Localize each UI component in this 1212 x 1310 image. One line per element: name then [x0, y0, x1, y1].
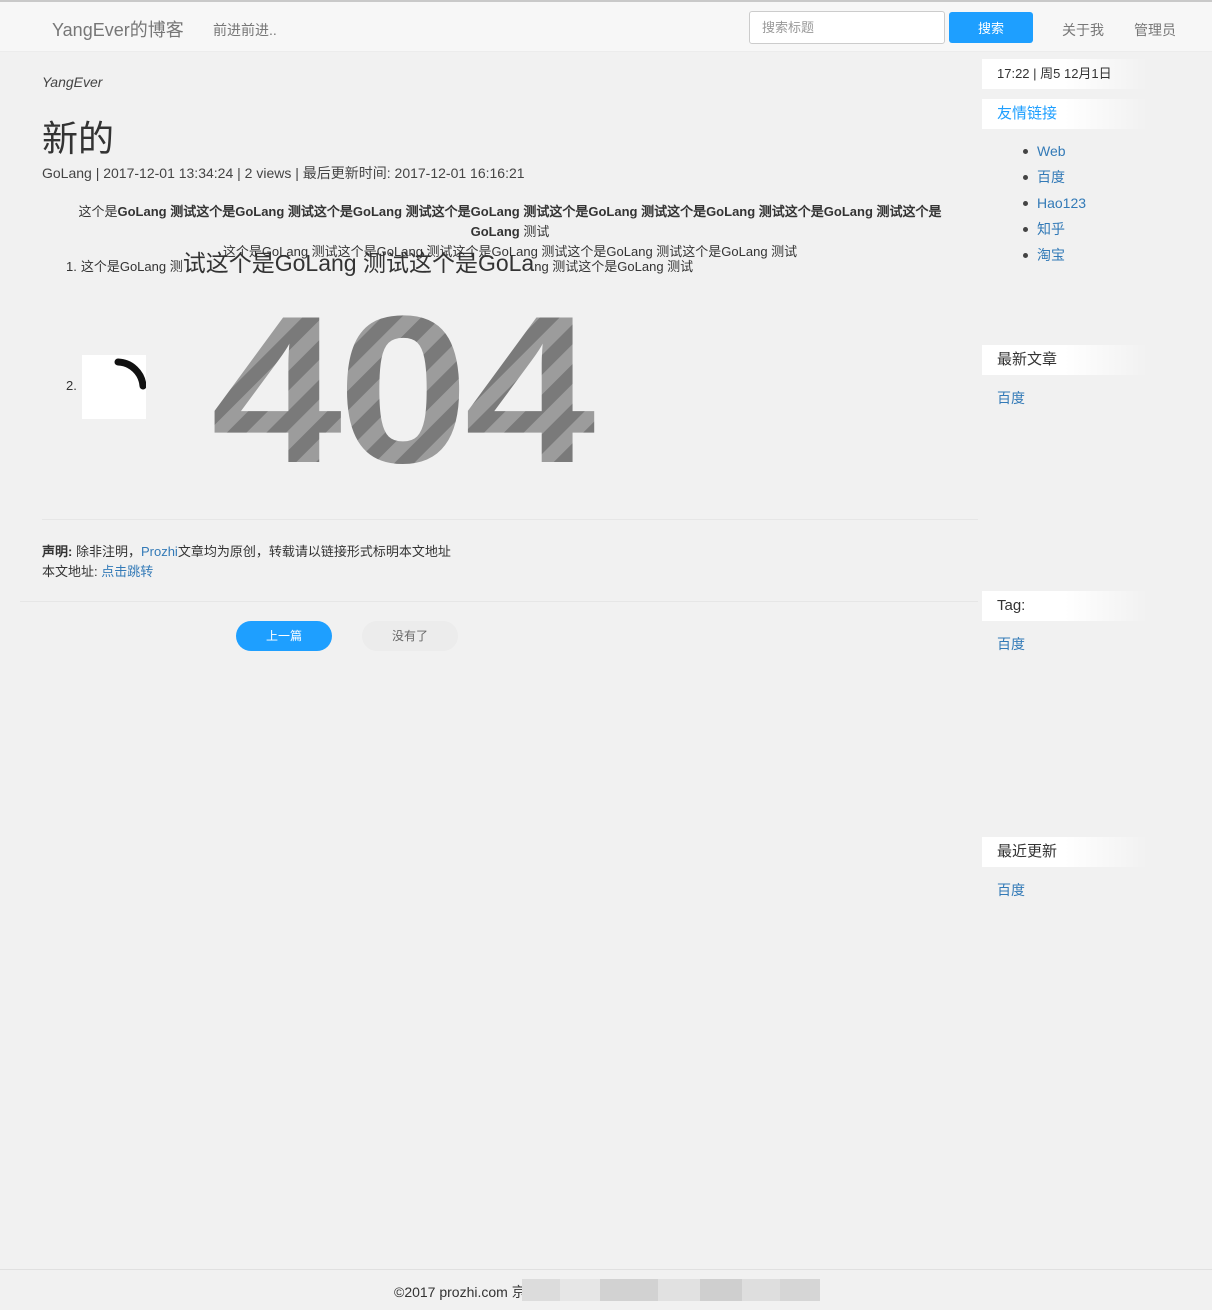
next-post-button[interactable]: 没有了 [362, 621, 458, 651]
previous-post-button[interactable]: 上一篇 [236, 621, 332, 651]
statement-text: 文章均为原创，转载请以链接形式标明本文地址 [177, 544, 451, 559]
list-item: Web [1022, 141, 1086, 167]
not-found-image: 404 [205, 272, 605, 507]
list-item: 百度 [1022, 167, 1086, 193]
sidebar-latest-title: 最新文章 [982, 345, 1148, 375]
list-text-small: 这个是GoLang 测 [80, 259, 183, 274]
list-text-small: ng 测试这个是GoLang 测试 [534, 259, 694, 274]
site-brand[interactable]: YangEver的博客 [52, 16, 184, 42]
paragraph-prefix: 这个是 [78, 204, 118, 219]
friend-link-hao123[interactable]: Hao123 [1037, 195, 1086, 211]
article-title: 新的 [42, 118, 115, 159]
list-text-large: 试这个是GoLang 测试这个是GoLa [182, 250, 535, 276]
list-number: 1. [66, 259, 77, 274]
friends-link-list: Web 百度 Hao123 知乎 淘宝 [1022, 141, 1086, 271]
latest-article-link[interactable]: 百度 [997, 388, 1025, 408]
article-address-link[interactable]: 点击跳转 [101, 564, 153, 579]
paragraph-suffix: 测试 [519, 224, 550, 239]
redacted-area [522, 1279, 820, 1301]
statement-text: 除非注明， [72, 544, 141, 559]
list-number: 2. [66, 378, 77, 393]
list-item: 淘宝 [1022, 245, 1086, 271]
footer: ©2017 prozhi.com 京 [0, 1269, 1212, 1310]
nav-about-link[interactable]: 关于我 [1062, 20, 1104, 40]
article-meta: GoLang | 2017-12-01 13:34:24 | 2 views |… [42, 165, 525, 181]
friend-link-taobao[interactable]: 淘宝 [1037, 247, 1065, 263]
loading-spinner-icon [114, 358, 147, 390]
striped-404-graphic: 404 [211, 272, 599, 507]
site-slogan: 前进前进.. [213, 22, 277, 38]
recent-update-link[interactable]: 百度 [997, 880, 1025, 900]
friend-link-zhihu[interactable]: 知乎 [1037, 221, 1065, 237]
not-found-text: 404 [211, 296, 595, 476]
tag-link[interactable]: 百度 [997, 634, 1025, 654]
sidebar-recent-title: 最近更新 [982, 837, 1148, 867]
sidebar-tag-title: Tag: [982, 591, 1148, 621]
divider [42, 519, 978, 520]
sidebar-friends-title: 友情链接 [982, 99, 1148, 129]
list-item: Hao123 [1022, 193, 1086, 219]
top-navbar: YangEver的博客 前进前进.. 搜索 关于我 管理员 [0, 0, 1212, 52]
divider [20, 601, 978, 602]
statement-label: 声明: [42, 544, 73, 559]
footer-copyright: ©2017 prozhi.com 京 [394, 1284, 526, 1300]
copyright-statement: 声明: 除非注明，Prozhi文章均为原创，转载请以链接形式标明本文地址 本文地… [42, 542, 451, 582]
prozhi-link[interactable]: Prozhi [141, 544, 178, 559]
address-label: 本文地址: [42, 564, 98, 579]
search-button[interactable]: 搜索 [949, 12, 1033, 43]
search-input[interactable] [749, 11, 945, 44]
list-item: 1. 这个是GoLang 测试这个是GoLang 测试这个是GoLang 测试这个… [66, 244, 693, 278]
loading-image-placeholder [82, 355, 147, 419]
friend-link-baidu[interactable]: 百度 [1037, 169, 1065, 185]
article-author: YangEver [42, 74, 103, 90]
sidebar-clock: 17:22 | 周5 12月1日 [982, 59, 1148, 89]
list-item: 知乎 [1022, 219, 1086, 245]
nav-admin-link[interactable]: 管理员 [1134, 20, 1176, 40]
friend-link-web[interactable]: Web [1037, 143, 1066, 159]
